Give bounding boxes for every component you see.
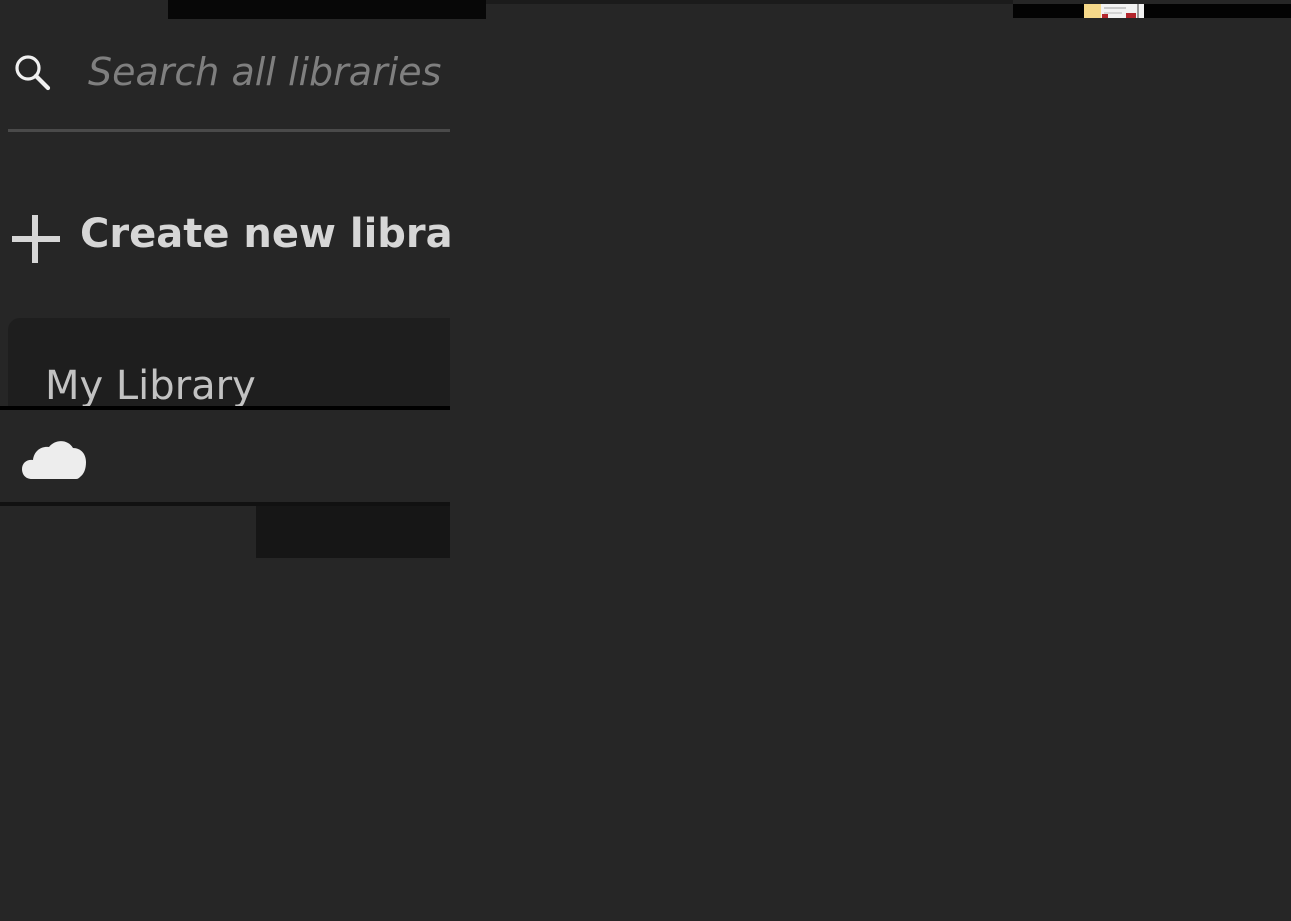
- panel-footer: [0, 410, 450, 502]
- plus-icon: [12, 215, 60, 263]
- top-right-bar: [1013, 4, 1291, 18]
- dark-panel-fragment: [256, 506, 450, 558]
- search-underline: [8, 129, 450, 132]
- top-bar-fragment: [168, 0, 486, 19]
- cloud-icon[interactable]: [22, 438, 87, 480]
- search-icon: [12, 52, 52, 92]
- document-thumbnail: [1084, 4, 1144, 18]
- create-library-button[interactable]: Create new library: [0, 207, 450, 273]
- search-input[interactable]: [88, 44, 450, 100]
- libraries-panel: Create new library My Library: [0, 19, 450, 406]
- library-name: My Library: [45, 363, 256, 406]
- library-item[interactable]: My Library: [8, 318, 450, 406]
- search-bar: [0, 19, 450, 132]
- app-root: Create new library My Library: [0, 0, 1291, 921]
- create-library-label: Create new library: [80, 211, 450, 257]
- top-strip: [486, 0, 1013, 4]
